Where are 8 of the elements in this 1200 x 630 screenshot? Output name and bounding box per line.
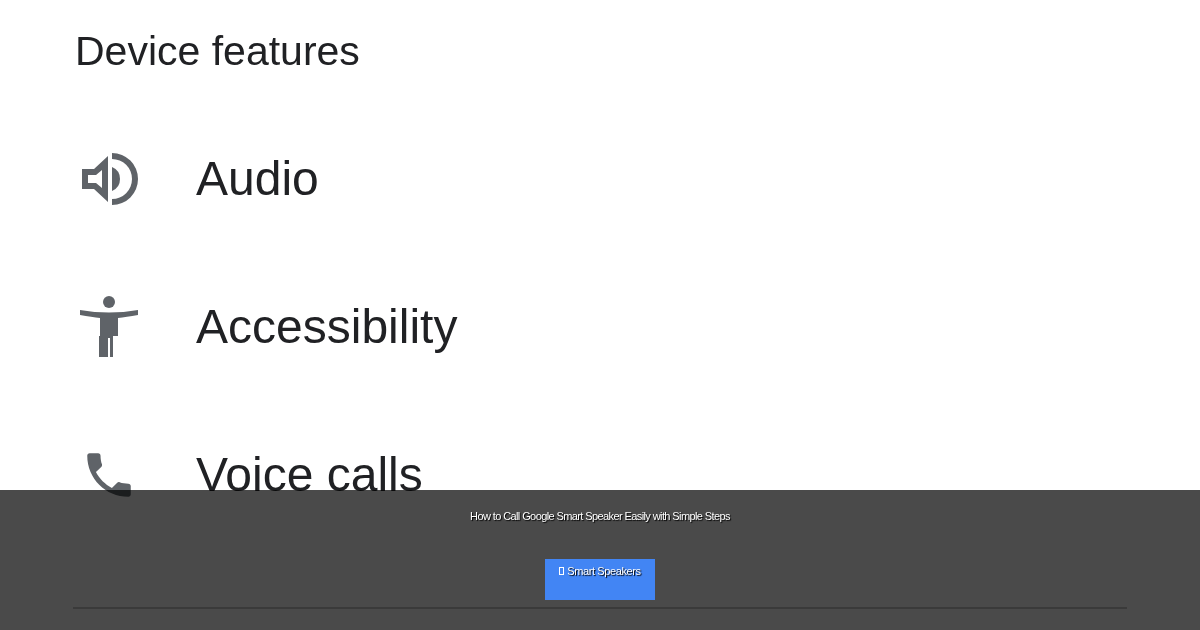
feature-label[interactable]: Audio	[196, 150, 319, 208]
accessibility-icon	[80, 296, 138, 358]
feature-label[interactable]: Accessibility	[196, 298, 458, 356]
article-headline: How to Call Google Smart Speaker Easily with Simple Steps	[470, 510, 730, 522]
page-title: Device features	[74, 27, 361, 75]
category-badge[interactable]: Smart Speakers	[545, 559, 655, 600]
speaker-icon	[80, 151, 138, 207]
square-icon	[559, 567, 565, 575]
